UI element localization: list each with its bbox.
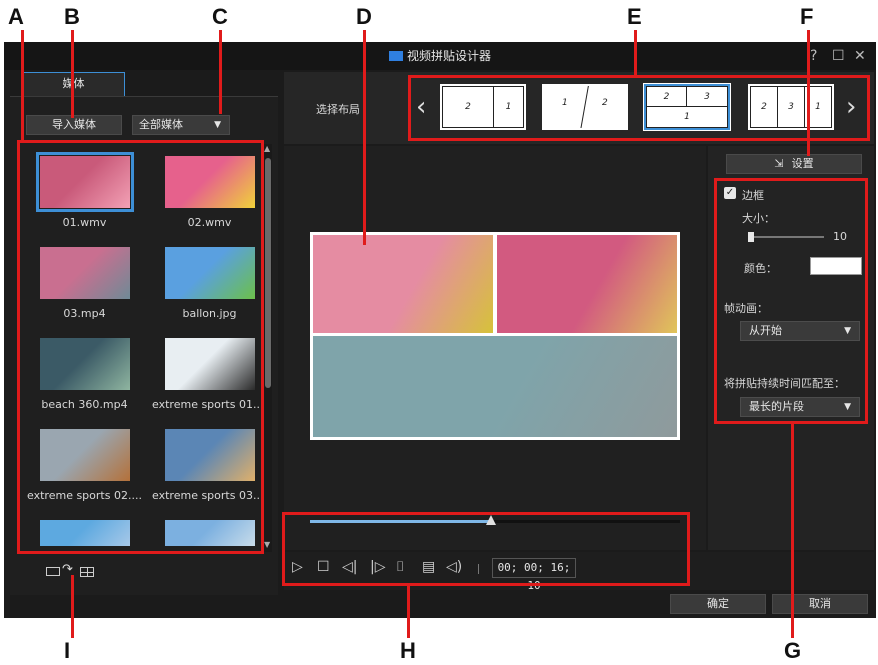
scroll-down-icon[interactable]: ▼ [264,540,270,549]
view-mode-toggle[interactable]: ↷ [46,562,106,580]
settings-button-label: 设置 [791,157,814,170]
help-button[interactable]: ? [810,48,817,64]
settings-button[interactable]: ⇲ 设置 [726,154,862,174]
media-filter-value: 全部媒体 [139,118,183,131]
grid-icon[interactable] [80,567,94,577]
callout-box-g [714,178,868,424]
cancel-button[interactable]: 取消 [772,594,868,614]
ok-button[interactable]: 确定 [670,594,766,614]
media-filter-select[interactable]: 全部媒体 ▼ [132,115,230,135]
callout-line-h [407,586,410,638]
scrollbar-thumb[interactable] [265,158,271,388]
window-title-wrap: 视频拼贴设计器 [4,47,876,64]
callout-f: F [800,4,814,29]
callout-line-b [71,30,74,118]
callout-line-a [21,30,24,140]
callout-line-d [363,30,366,245]
media-scrollbar[interactable]: ▲ ▼ [264,144,272,552]
chevron-down-icon: ▼ [214,120,221,130]
callout-d: D [356,4,372,29]
callout-line-e [634,30,637,75]
callout-e: E [627,4,642,29]
callout-box-e [408,75,870,141]
callout-line-i [71,575,74,638]
app-logo-icon [388,51,403,61]
close-button[interactable]: ✕ [854,48,866,64]
collage-preview[interactable] [310,232,680,440]
callout-a: A [8,4,24,29]
callout-line-g [791,424,794,638]
window-title: 视频拼贴设计器 [406,49,491,63]
filmstrip-icon[interactable] [46,567,60,576]
callout-h: H [400,638,416,663]
collage-cell-3[interactable] [313,336,677,437]
callout-line-c [219,30,222,114]
collage-cell-1[interactable] [313,235,493,333]
settings-icon: ⇲ [774,157,784,170]
callout-line-f [807,30,810,156]
scroll-up-icon[interactable]: ▲ [264,144,270,153]
callout-box-a [17,140,264,554]
collage-cell-2[interactable] [497,235,677,333]
callout-box-h [282,512,690,586]
callout-c: C [212,4,228,29]
import-media-button[interactable]: 导入媒体 [26,115,122,135]
callout-i: I [64,638,71,663]
maximize-button[interactable]: ☐ [832,48,845,64]
callout-g: G [784,638,802,663]
callout-b: B [64,4,80,29]
title-bar: 视频拼贴设计器 ? ☐ ✕ [4,42,876,70]
layout-selector-label: 选择布局 [316,103,360,116]
